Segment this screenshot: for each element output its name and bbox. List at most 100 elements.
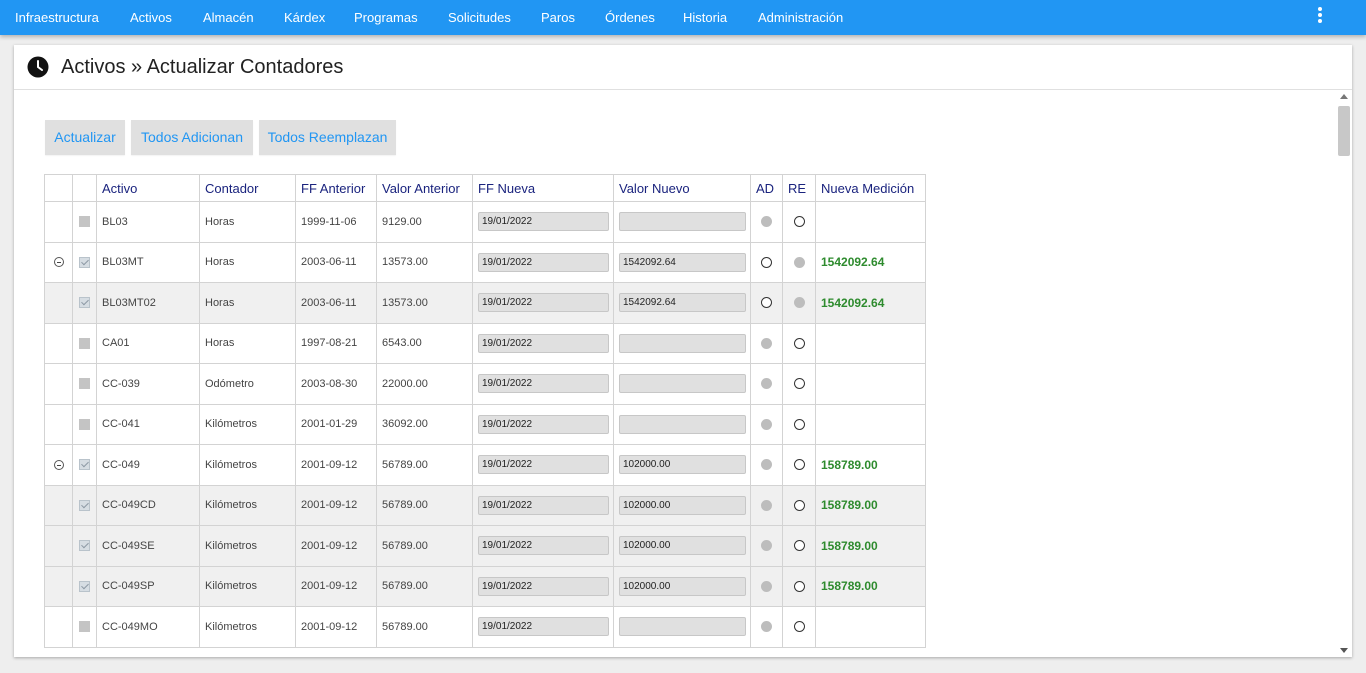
header-re[interactable]: RE bbox=[782, 174, 816, 202]
re-radio[interactable] bbox=[793, 459, 805, 471]
collapse-circle-icon[interactable] bbox=[53, 459, 64, 470]
nav-item-ordenes[interactable]: Órdenes bbox=[605, 10, 655, 25]
valor-nuevo-input[interactable] bbox=[619, 333, 746, 353]
header-valor-anterior[interactable]: Valor Anterior bbox=[376, 174, 473, 202]
ad-radio[interactable] bbox=[761, 580, 772, 592]
re-radio[interactable] bbox=[793, 297, 805, 309]
ad-radio[interactable] bbox=[761, 337, 772, 349]
ad-radio[interactable] bbox=[761, 216, 772, 228]
re-radio[interactable] bbox=[793, 256, 805, 268]
row-checkbox[interactable] bbox=[79, 459, 90, 471]
ff-nueva-input[interactable]: 19/01/2022 bbox=[478, 293, 609, 313]
row-checkbox[interactable] bbox=[79, 216, 90, 228]
ff-nueva-input[interactable]: 19/01/2022 bbox=[478, 617, 609, 637]
re-radio[interactable] bbox=[793, 540, 805, 552]
row-checkbox[interactable] bbox=[79, 337, 90, 349]
ad-radio[interactable] bbox=[761, 418, 772, 430]
ad-radio[interactable] bbox=[761, 540, 772, 552]
valor-nuevo-input[interactable]: 102000.00 bbox=[619, 576, 746, 596]
valor-nuevo-input[interactable] bbox=[619, 617, 746, 637]
ff-nueva-input[interactable]: 19/01/2022 bbox=[478, 455, 609, 475]
row-checkbox[interactable] bbox=[79, 580, 90, 592]
row-checkbox[interactable] bbox=[79, 378, 90, 390]
ad-radio[interactable] bbox=[761, 256, 772, 268]
ff-nueva-input[interactable]: 19/01/2022 bbox=[478, 374, 609, 394]
nav-item-solicitudes[interactable]: Solicitudes bbox=[448, 10, 511, 25]
ad-radio[interactable] bbox=[761, 297, 772, 309]
valor-nuevo-input[interactable] bbox=[619, 374, 746, 394]
ad-radio[interactable] bbox=[761, 499, 772, 511]
ff-anterior-value: 2003-06-11 bbox=[301, 296, 357, 309]
nav-item-historia[interactable]: Historia bbox=[683, 10, 727, 25]
activo-value: BL03MT bbox=[102, 256, 144, 269]
re-radio[interactable] bbox=[793, 580, 805, 592]
ff-nueva-input[interactable]: 19/01/2022 bbox=[478, 252, 609, 272]
row-checkbox[interactable] bbox=[79, 499, 90, 511]
ad-radio[interactable] bbox=[761, 378, 772, 390]
header-ad[interactable]: AD bbox=[750, 174, 783, 202]
ff-nueva-cell: 19/01/2022 bbox=[472, 484, 614, 526]
expander-cell bbox=[44, 484, 73, 526]
ff-anterior-cell: 2003-06-11 bbox=[295, 282, 377, 324]
activo-value: BL03 bbox=[102, 215, 128, 228]
scroll-thumb[interactable] bbox=[1338, 106, 1350, 156]
ff-nueva-input[interactable]: 19/01/2022 bbox=[478, 536, 609, 556]
re-cell bbox=[782, 606, 816, 648]
expander-cell bbox=[44, 444, 73, 486]
update-button[interactable]: Actualizar bbox=[45, 120, 125, 155]
valor-nuevo-input[interactable]: 1542092.64 bbox=[619, 293, 746, 313]
valor-nuevo-input[interactable] bbox=[619, 414, 746, 434]
collapse-circle-icon[interactable] bbox=[53, 257, 64, 268]
valor-nuevo-input[interactable] bbox=[619, 212, 746, 232]
row-checkbox[interactable] bbox=[79, 256, 90, 268]
ff-anterior-value: 2001-09-12 bbox=[301, 580, 358, 593]
valor-nuevo-cell: 1542092.64 bbox=[613, 282, 751, 324]
header-nueva-medicion[interactable]: Nueva Medición bbox=[815, 174, 926, 202]
re-radio[interactable] bbox=[793, 378, 805, 390]
all-replace-button[interactable]: Todos Reemplazan bbox=[259, 120, 396, 155]
header-valor-nuevo[interactable]: Valor Nuevo bbox=[613, 174, 751, 202]
re-radio[interactable] bbox=[793, 418, 805, 430]
contador-value: Horas bbox=[205, 296, 235, 309]
ad-radio[interactable] bbox=[761, 621, 772, 633]
scroll-down-arrow-icon[interactable] bbox=[1340, 648, 1348, 653]
ad-cell bbox=[750, 241, 783, 283]
valor-nuevo-input[interactable]: 1542092.64 bbox=[619, 252, 746, 272]
nav-item-administracion[interactable]: Administración bbox=[758, 10, 843, 25]
more-vert-icon[interactable] bbox=[1312, 5, 1328, 25]
nav-item-paros[interactable]: Paros bbox=[541, 10, 575, 25]
expander-cell bbox=[44, 403, 73, 445]
ff-nueva-input[interactable]: 19/01/2022 bbox=[478, 212, 609, 232]
re-radio[interactable] bbox=[793, 621, 805, 633]
re-radio[interactable] bbox=[793, 337, 805, 349]
valor-nuevo-input[interactable]: 102000.00 bbox=[619, 495, 746, 515]
ff-nueva-input[interactable]: 19/01/2022 bbox=[478, 414, 609, 434]
valor-nuevo-input[interactable]: 102000.00 bbox=[619, 536, 746, 556]
ff-nueva-input[interactable]: 19/01/2022 bbox=[478, 333, 609, 353]
nav-item-almacen[interactable]: Almacén bbox=[203, 10, 254, 25]
header-ff-nueva[interactable]: FF Nueva bbox=[472, 174, 614, 202]
nav-item-infraestructura[interactable]: Infraestructura bbox=[15, 10, 99, 25]
scroll-up-arrow-icon[interactable] bbox=[1340, 94, 1348, 99]
row-checkbox[interactable] bbox=[79, 297, 90, 309]
re-radio[interactable] bbox=[793, 499, 805, 511]
row-checkbox[interactable] bbox=[79, 418, 90, 430]
header-ff-anterior[interactable]: FF Anterior bbox=[295, 174, 377, 202]
header-activo[interactable]: Activo bbox=[96, 174, 200, 202]
valor-nuevo-input[interactable]: 102000.00 bbox=[619, 455, 746, 475]
row-checkbox[interactable] bbox=[79, 621, 90, 633]
vertical-scrollbar[interactable] bbox=[1336, 90, 1352, 657]
all-add-button[interactable]: Todos Adicionan bbox=[131, 120, 253, 155]
ad-radio[interactable] bbox=[761, 459, 772, 471]
nav-item-activos[interactable]: Activos bbox=[130, 10, 172, 25]
re-radio[interactable] bbox=[793, 216, 805, 228]
nav-item-kardex[interactable]: Kárdex bbox=[284, 10, 325, 25]
nav-item-programas[interactable]: Programas bbox=[354, 10, 418, 25]
table-row: BL03MT02 Horas 2003-06-11 13573.00 19/01/202… bbox=[44, 282, 926, 324]
ff-nueva-input[interactable]: 19/01/2022 bbox=[478, 495, 609, 515]
row-checkbox[interactable] bbox=[79, 540, 90, 552]
ff-nueva-input[interactable]: 19/01/2022 bbox=[478, 576, 609, 596]
header-contador[interactable]: Contador bbox=[199, 174, 296, 202]
nueva-medicion-value: 158789.00 bbox=[821, 538, 878, 553]
contador-value: Kilómetros bbox=[205, 418, 257, 431]
